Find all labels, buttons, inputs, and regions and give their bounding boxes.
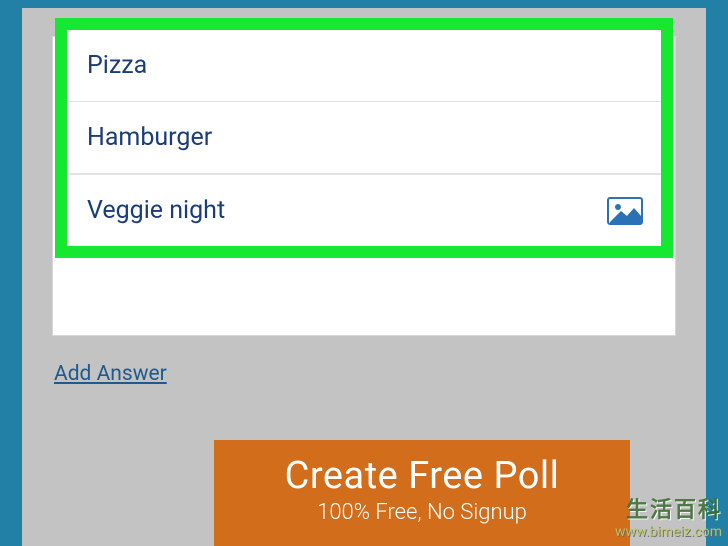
poll-option-label: Hamburger <box>87 123 212 152</box>
poll-option-row[interactable]: Pizza <box>67 30 661 102</box>
image-icon[interactable] <box>607 197 643 225</box>
poll-option-label: Veggie night <box>87 196 225 225</box>
page-background: Add Answer Create Free Poll 100% Free, N… <box>0 0 728 546</box>
options-highlight-box: Pizza Hamburger Veggie night <box>55 18 673 258</box>
create-poll-button[interactable]: Create Free Poll 100% Free, No Signup <box>214 440 630 546</box>
poll-option-label: Pizza <box>87 51 147 80</box>
cta-subtitle: 100% Free, No Signup <box>317 500 527 525</box>
poll-option-row[interactable]: Veggie night <box>67 174 661 246</box>
watermark-url: www.bimeiz.com <box>615 524 722 540</box>
poll-option-row[interactable]: Hamburger <box>67 102 661 174</box>
watermark: 生活百科 www.bimeiz.com <box>615 492 722 540</box>
watermark-text: 生活百科 <box>615 492 722 524</box>
cta-title: Create Free Poll <box>285 454 560 498</box>
add-answer-link[interactable]: Add Answer <box>54 362 167 386</box>
